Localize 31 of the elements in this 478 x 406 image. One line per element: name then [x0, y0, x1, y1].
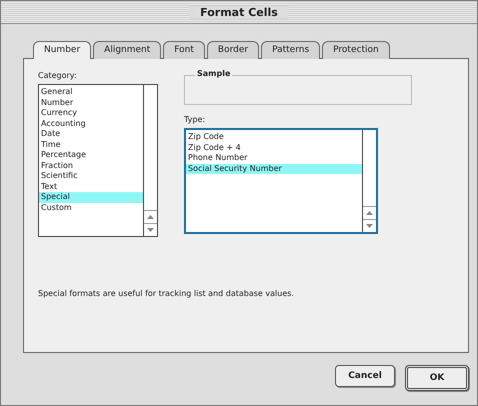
- list-item[interactable]: Time: [39, 140, 143, 150]
- tab[interactable]: Number: [33, 41, 92, 59]
- list-item[interactable]: Zip Code + 4: [186, 142, 362, 153]
- type-label: Type:: [184, 115, 206, 124]
- scroll-bar[interactable]: [362, 130, 376, 232]
- window-title: Format Cells: [190, 6, 288, 18]
- list-item[interactable]: Date: [39, 129, 143, 140]
- tab[interactable]: Font: [163, 41, 205, 59]
- list-item[interactable]: Scientific: [39, 171, 143, 182]
- list-item[interactable]: Zip Code: [186, 132, 362, 142]
- description-text: Special formats are useful for tracking list and database values.: [38, 289, 295, 298]
- list-item[interactable]: Phone Number: [186, 153, 362, 164]
- list-item[interactable]: Accounting: [39, 118, 143, 129]
- list-item[interactable]: Social Security Number: [186, 164, 362, 174]
- list-item[interactable]: Special: [39, 192, 143, 202]
- list-item[interactable]: Currency: [39, 108, 143, 118]
- dialog-button[interactable]: Cancel: [335, 365, 395, 387]
- tab[interactable]: Protection: [322, 41, 390, 59]
- list-item[interactable]: General: [39, 87, 143, 98]
- list-item[interactable]: Text: [39, 182, 143, 192]
- default-button[interactable]: OK: [405, 365, 469, 391]
- category-label: Category:: [38, 71, 78, 80]
- tab[interactable]: Border: [206, 41, 260, 59]
- sample-label: Sample: [195, 69, 232, 78]
- scroll-bar[interactable]: [143, 85, 157, 236]
- list-item[interactable]: Percentage: [39, 150, 143, 160]
- list-item[interactable]: Number: [39, 98, 143, 108]
- list-item[interactable]: Custom: [39, 202, 143, 213]
- tab[interactable]: Patterns: [261, 41, 320, 59]
- tab[interactable]: Alignment: [93, 41, 162, 59]
- list-item[interactable]: Fraction: [39, 160, 143, 171]
